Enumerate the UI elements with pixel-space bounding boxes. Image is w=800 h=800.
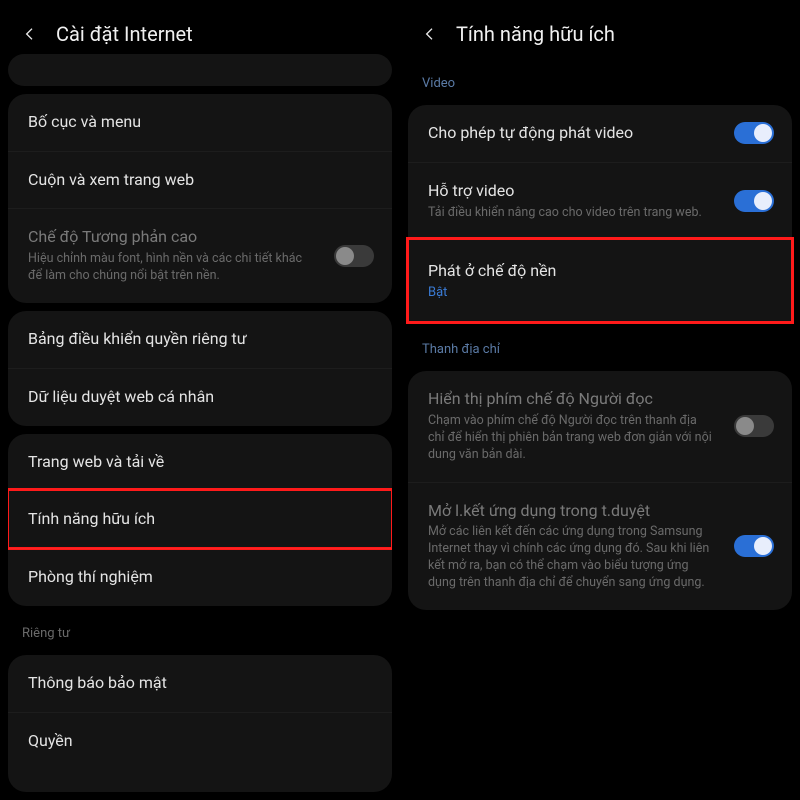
page-title: Tính năng hữu ích [456,22,615,46]
list-item-open-app-links[interactable]: Mở l.kết ứng dụng trong t.duyệt Mở các l… [408,482,792,610]
list-item-personal-browsing-data[interactable]: Dữ liệu duyệt web cá nhân [8,368,392,426]
toggle-reader-mode[interactable] [734,415,774,437]
list-item-layout-menu[interactable]: Bố cục và menu [8,94,392,151]
screen-useful-features: Tính năng hữu ích Video Cho phép tự động… [400,0,800,800]
list-item-labs[interactable]: Phòng thí nghiệm [8,548,392,606]
section-label-addressbar: Thanh địa chỉ [400,330,800,363]
section-label-privacy: Riêng tư [0,614,400,647]
list-item[interactable] [8,54,392,86]
list-item-video-assist[interactable]: Hỗ trợ video Tải điều khiển nâng cao cho… [408,162,792,240]
settings-group: Trang web và tải về Tính năng hữu ích Ph… [8,434,392,606]
settings-group: Phát ở chế độ nền Bật [408,239,792,322]
back-icon[interactable] [18,22,42,46]
list-item-security-notice[interactable]: Thông báo bảo mật [8,655,392,712]
list-item-scroll-view[interactable]: Cuộn và xem trang web [8,151,392,209]
list-item-high-contrast[interactable]: Chế độ Tương phản cao Hiệu chỉnh màu fon… [8,208,392,303]
list-item-useful-features[interactable]: Tính năng hữu ích [8,490,392,548]
status-on: Bật [428,285,772,300]
back-icon[interactable] [418,22,442,46]
settings-group: Bảng điều khiển quyền riêng tư Dữ liệu d… [8,311,392,426]
toggle-open-app-links[interactable] [734,535,774,557]
list-item-privacy-dashboard[interactable]: Bảng điều khiển quyền riêng tư [8,311,392,368]
page-title: Cài đặt Internet [56,22,193,46]
list-item-autoplay-video[interactable]: Cho phép tự động phát video [408,105,792,162]
settings-group: Thông báo bảo mật Quyền [8,655,392,792]
header: Tính năng hữu ích [400,0,800,64]
settings-group: Bố cục và menu Cuộn và xem trang web Chế… [8,94,392,303]
settings-group [8,54,392,86]
list-item-reader-mode-key[interactable]: Hiển thị phím chế độ Người đọc Chạm vào … [408,371,792,481]
toggle-autoplay-video[interactable] [734,122,774,144]
settings-group: Cho phép tự động phát video Hỗ trợ video… [408,105,792,239]
section-label-video: Video [400,64,800,97]
list-item-background-play[interactable]: Phát ở chế độ nền Bật [408,239,792,322]
list-item-permissions[interactable]: Quyền [8,712,392,792]
toggle-video-assist[interactable] [734,190,774,212]
list-item-sites-downloads[interactable]: Trang web và tải về [8,434,392,491]
screen-internet-settings: Cài đặt Internet Bố cục và menu Cuộn và … [0,0,400,800]
settings-group: Hiển thị phím chế độ Người đọc Chạm vào … [408,371,792,610]
toggle-high-contrast[interactable] [334,245,374,267]
